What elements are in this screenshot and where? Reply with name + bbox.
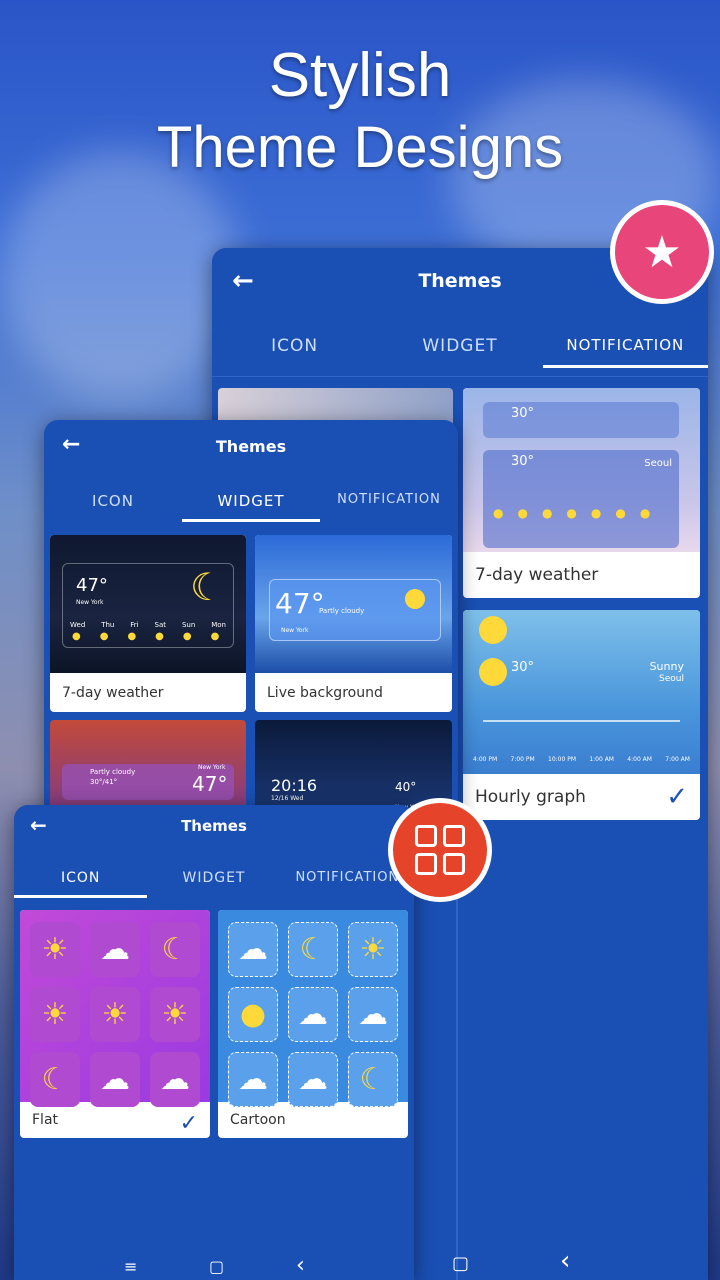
- tab-widget[interactable]: WIDGET: [377, 336, 542, 356]
- moon-cloud-icon: ☾: [150, 922, 200, 977]
- time-label: 4:00 AM: [627, 756, 652, 763]
- card-label: Hourly graph: [475, 787, 586, 807]
- temp: 30°: [511, 454, 535, 469]
- thunder-cloud-icon: ☁: [90, 1052, 140, 1107]
- checkmark-icon: ✓: [179, 1111, 198, 1136]
- magic-wand-star-icon: ★: [610, 200, 714, 304]
- sun-icons: ●●●●●●●: [493, 506, 665, 520]
- day-label: Fri: [130, 621, 139, 629]
- day-label: Wed: [70, 621, 86, 629]
- day-label: Mon: [211, 621, 226, 629]
- temp: 30°: [511, 406, 535, 421]
- sun-rain-icon: ☀: [150, 987, 200, 1042]
- time-label: 4:00 PM: [473, 756, 498, 763]
- icon-themes-panel: ← Themes ICON WIDGET NOTIFICATION ☀ ☁ ☾ ☀ ☀…: [14, 805, 414, 1280]
- theme-card-hourly[interactable]: 30° Sunny Seoul 4:00 PM 7:00 PM 10:00 PM 1:…: [463, 610, 700, 820]
- card-label: Live background: [267, 684, 383, 701]
- back-nav-button[interactable]: ‹: [296, 1253, 305, 1278]
- page-title: Themes: [181, 817, 247, 835]
- tab-widget[interactable]: WIDGET: [147, 870, 280, 886]
- theme-preview: 30° Sunny Seoul 4:00 PM 7:00 PM 10:00 PM 1:…: [463, 610, 700, 774]
- cloud-icon: ☁: [90, 922, 140, 977]
- snow-cloud-icon: ☁: [150, 1052, 200, 1107]
- temp: 47°: [76, 575, 108, 596]
- card-label: Flat: [32, 1112, 59, 1128]
- tab-notification[interactable]: NOTIFICATION: [542, 336, 708, 368]
- city: New York: [198, 764, 226, 771]
- back-nav-button[interactable]: ‹: [560, 1246, 570, 1276]
- date: 12/16 Wed: [271, 795, 304, 802]
- headline-line2: Theme Designs: [156, 115, 564, 180]
- moon-icon: ☾: [190, 565, 225, 609]
- headline-line1: Stylish: [268, 41, 452, 110]
- condition: Partly cloudy: [319, 607, 365, 615]
- tab-icon[interactable]: ICON: [44, 492, 182, 510]
- time: 20:16: [271, 776, 318, 795]
- theme-preview: 47° Partly cloudy New York: [255, 535, 452, 673]
- theme-card-cartoon[interactable]: ☁ ☾ ☀ ● ☁ ☁ ☁ ☁ ☾ Cartoon: [218, 910, 408, 1138]
- thunder-cloud-icon: ☁: [288, 1052, 338, 1107]
- theme-card-flat[interactable]: ☀ ☁ ☾ ☀ ☀ ☀ ☾ ☁ ☁ Flat ✓: [20, 910, 210, 1138]
- card-label: 7-day weather: [475, 565, 599, 585]
- widget-themes-panel: ← Themes ICON WIDGET NOTIFICATION 47° Ne…: [44, 420, 458, 820]
- temp: 30°: [511, 660, 535, 675]
- theme-preview: ☁ ☾ ☀ ● ☁ ☁ ☁ ☁ ☾: [218, 910, 408, 1107]
- home-nav-button[interactable]: ▢: [452, 1253, 469, 1274]
- tab-widget[interactable]: WIDGET: [182, 492, 320, 522]
- moon-cloud-icon: ☾: [288, 922, 338, 977]
- status: Sunny: [649, 660, 684, 673]
- sun-cloud-icon: ☀: [90, 987, 140, 1042]
- background-cloud: [0, 150, 240, 400]
- theme-card-live-background[interactable]: 47° Partly cloudy New York Live backgrou…: [255, 535, 452, 712]
- rain-cloud-icon: ☁: [228, 922, 278, 977]
- tab-icon[interactable]: ICON: [14, 870, 148, 898]
- time-label: 1:00 AM: [589, 756, 614, 763]
- theme-card-7day[interactable]: 30° 30° Seoul ●●●●●●● 7-day weather: [463, 388, 700, 598]
- sun-icon: ●: [228, 987, 278, 1042]
- menu-nav-button[interactable]: ≡: [124, 1257, 137, 1276]
- sun-icon: ☀: [30, 922, 80, 977]
- temp: 47°: [275, 587, 325, 620]
- city: Seoul: [659, 674, 684, 684]
- grid-icon: [388, 798, 492, 902]
- divider: [212, 376, 708, 377]
- temp: 47°: [192, 772, 228, 796]
- page-title: Themes: [215, 437, 287, 456]
- moon-icon: ☾: [348, 1052, 398, 1107]
- fog-cloud-icon: ☁: [228, 1052, 278, 1107]
- home-nav-button[interactable]: ▢: [209, 1257, 224, 1276]
- time-label: 7:00 AM: [665, 756, 690, 763]
- checkmark-icon: ✓: [666, 782, 688, 812]
- snow-cloud-icon: ☁: [348, 987, 398, 1042]
- theme-preview: 47° New York ☾ Wed Thu Fri Sat Sun Mon ●●●●●●: [50, 535, 246, 673]
- theme-card-7day[interactable]: 47° New York ☾ Wed Thu Fri Sat Sun Mon ●●●●●●…: [50, 535, 246, 712]
- time-label: 7:00 PM: [510, 756, 535, 763]
- sun-icon: [405, 589, 425, 609]
- condition: Partly cloudy: [90, 768, 136, 776]
- moon-icon: ☾: [30, 1052, 80, 1107]
- theme-preview: ☀ ☁ ☾ ☀ ☀ ☀ ☾ ☁ ☁: [20, 910, 210, 1107]
- time-label: 10:00 PM: [548, 756, 576, 763]
- sun-wind-icon: ☀: [30, 987, 80, 1042]
- day-label: Thu: [101, 621, 115, 629]
- card-label: Cartoon: [230, 1112, 286, 1128]
- day-label: Sun: [181, 621, 196, 629]
- card-label: 7-day weather: [62, 684, 164, 701]
- city: Seoul: [644, 458, 672, 469]
- sun-cloud-icon: ☀: [348, 922, 398, 977]
- day-label: Sat: [154, 621, 167, 629]
- theme-preview: 30° 30° Seoul ●●●●●●●: [463, 388, 700, 552]
- tab-notification[interactable]: NOTIFICATION: [320, 492, 458, 510]
- wind-cloud-icon: ☁: [288, 987, 338, 1042]
- city: New York: [76, 599, 104, 606]
- range: 30°/41°: [90, 778, 118, 786]
- city: New York: [281, 627, 309, 634]
- temp: 40°: [395, 780, 417, 794]
- tab-icon[interactable]: ICON: [212, 336, 377, 356]
